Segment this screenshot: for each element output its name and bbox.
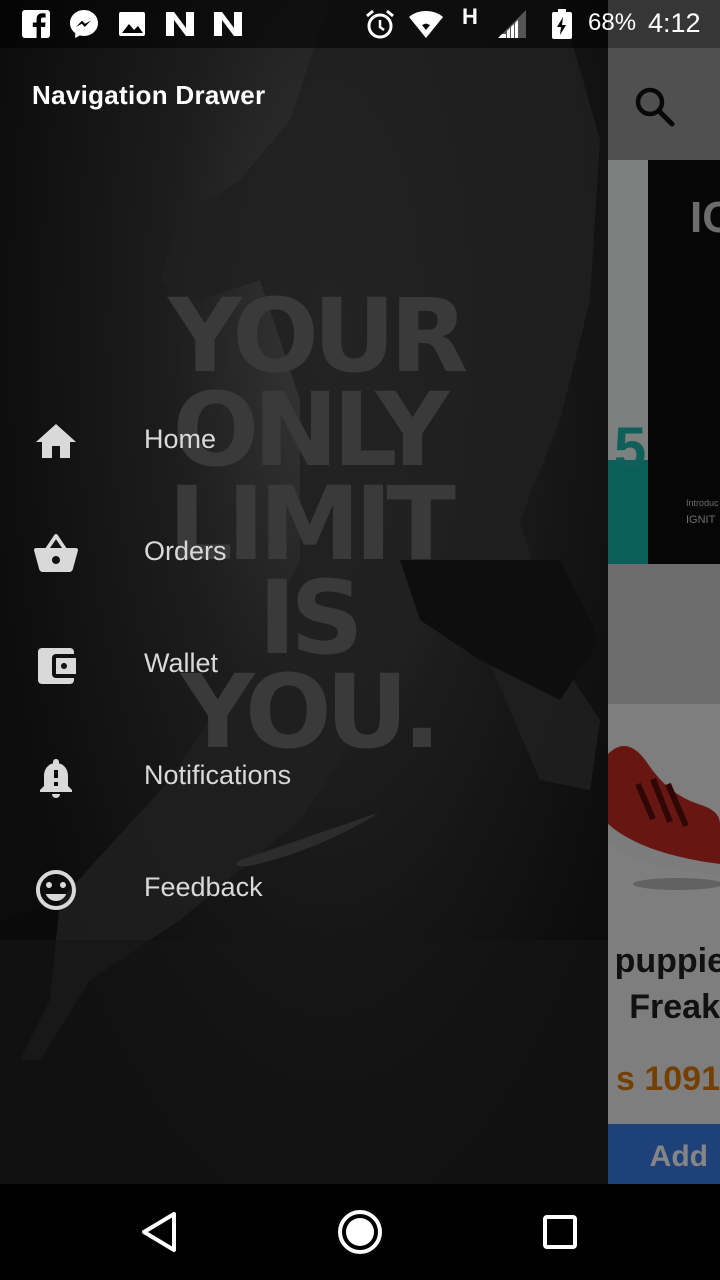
alarm-icon: [364, 8, 396, 40]
home-circle-icon[interactable]: [336, 1208, 384, 1256]
back-icon[interactable]: [136, 1208, 184, 1256]
image-icon: [116, 8, 148, 40]
drawer-menu: Home Orders Wallet Notifications Feedbac…: [0, 386, 608, 946]
network-type-icon: H: [462, 4, 478, 29]
wallet-icon: [32, 642, 80, 690]
drawer-item-label: Feedback: [144, 872, 263, 902]
drawer-item-notifications[interactable]: Notifications: [0, 722, 608, 834]
n-icon: [212, 8, 244, 40]
drawer-item-label: Orders: [144, 536, 227, 566]
slogan-line: YOUR: [168, 277, 468, 396]
drawer-item-label: Notifications: [144, 760, 292, 790]
drawer-item-label: Wallet: [144, 648, 219, 678]
drawer-item-feedback[interactable]: Feedback: [0, 834, 608, 946]
messenger-icon: [68, 8, 100, 40]
wifi-icon: [408, 8, 444, 40]
battery-percentage: 68%: [588, 9, 637, 36]
smiley-icon: [32, 866, 80, 914]
n-icon: [164, 8, 196, 40]
bell-alert-icon: [32, 754, 80, 802]
drawer-title: Navigation Drawer: [32, 80, 266, 110]
home-icon: [32, 418, 80, 466]
drawer-item-wallet[interactable]: Wallet: [0, 610, 608, 722]
clock: 4:12: [648, 8, 701, 38]
basket-icon: [32, 530, 80, 578]
drawer-item-label: Home: [144, 424, 217, 454]
recents-icon[interactable]: [536, 1208, 584, 1256]
drawer-item-home[interactable]: Home: [0, 386, 608, 498]
signal-icon: [496, 8, 528, 40]
drawer-item-orders[interactable]: Orders: [0, 498, 608, 610]
navigation-drawer: YOUR ONLY LIMIT IS YOU. Navigation Drawe…: [0, 0, 608, 1184]
system-nav-bar: [0, 1184, 720, 1280]
battery-icon: [548, 8, 576, 40]
status-bar: H 68% 4:12: [0, 0, 720, 48]
facebook-icon: [20, 8, 52, 40]
